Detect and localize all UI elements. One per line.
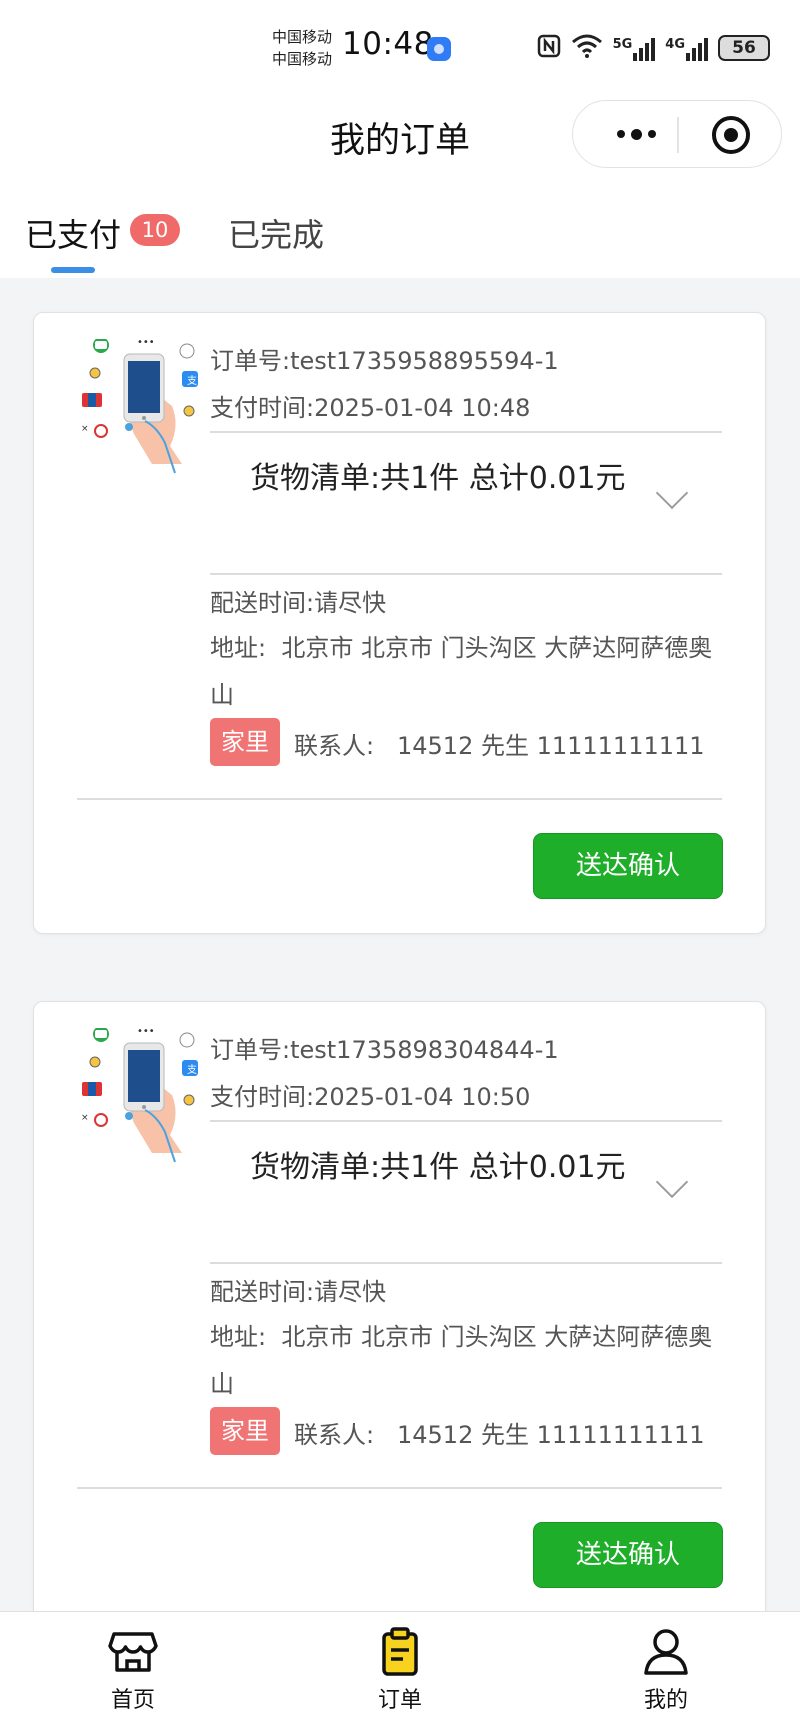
status-bar: 中国移动 中国移动 10:48 5G 4G 56	[0, 0, 800, 98]
address-label: 地址:	[210, 634, 267, 662]
bottom-tab-order[interactable]: 订单	[320, 1612, 480, 1722]
clock: 10:48	[342, 26, 434, 62]
bottom-tab-home-label: 首页	[110, 1688, 155, 1713]
svg-text:支: 支	[187, 375, 197, 387]
address-value: 北京市 北京市 门头沟区 大萨达阿萨德奥山	[210, 1323, 713, 1398]
order-number-label: 订单号:	[210, 347, 291, 375]
order-number: 订单号:test1735898304844-1	[210, 1030, 559, 1065]
order-tabs: 已支付 10 已完成	[0, 180, 800, 278]
signal-4g-icon: 4G	[665, 36, 708, 61]
card-divider	[77, 798, 722, 800]
svg-text:×: ×	[81, 424, 89, 434]
payment-time-value: 2025-01-04 10:50	[314, 1083, 531, 1111]
goods-summary[interactable]: 货物清单:共1件 总计0.01元	[250, 1144, 650, 1192]
order-number-label: 订单号:	[210, 1036, 291, 1064]
bottom-tab-order-label: 订单	[377, 1688, 422, 1713]
delivery-time: 配送时间:请尽快	[210, 583, 386, 618]
order-number-value: test1735958895594-1	[290, 347, 559, 375]
carrier-label-1: 中国移动	[272, 28, 333, 46]
address-value: 北京市 北京市 门头沟区 大萨达阿萨德奥山	[210, 634, 713, 709]
capsule-divider	[677, 117, 679, 153]
confirm-delivery-button[interactable]: 送达确认	[533, 1522, 723, 1588]
signal-5g-icon: 5G	[613, 36, 656, 61]
payment-time-label: 支付时间:	[210, 394, 315, 422]
delivery-time-value: 请尽快	[314, 1278, 387, 1306]
navigation-bar: 我的订单	[0, 98, 800, 180]
payment-time-value: 2025-01-04 10:48	[314, 394, 531, 422]
contact-info: 联系人: 14512 先生 11111111111	[294, 1415, 705, 1450]
active-tab-indicator	[51, 267, 95, 273]
contact-info: 联系人: 14512 先生 11111111111	[294, 726, 705, 761]
wifi-icon	[571, 34, 603, 62]
contact-value: 14512 先生 11111111111	[396, 732, 705, 760]
payment-time: 支付时间:2025-01-04 10:50	[210, 1077, 530, 1112]
battery-level: 56	[732, 38, 756, 58]
mobile-payment-illustration: 支 × •••	[77, 337, 227, 479]
contact-value: 14512 先生 11111111111	[396, 1421, 705, 1449]
chevron-down-icon[interactable]	[655, 1165, 689, 1199]
divider	[210, 1262, 722, 1264]
goods-summary[interactable]: 货物清单:共1件 总计0.01元	[250, 455, 650, 503]
bottom-tab-home[interactable]: 首页	[53, 1612, 213, 1722]
payment-time: 支付时间:2025-01-04 10:48	[210, 388, 530, 423]
paid-count-badge: 10	[130, 214, 180, 246]
divider	[210, 573, 722, 575]
order-card: 支 × ••• 订单号:test1735898304844-1 支付时间:202…	[33, 1001, 766, 1621]
contact-label: 联系人:	[294, 732, 375, 760]
bottom-tab-mine-label: 我的	[643, 1688, 688, 1713]
app-notification-icon	[427, 37, 451, 61]
delivery-time-value: 请尽快	[314, 589, 387, 617]
delivery-time-label: 配送时间:	[210, 589, 315, 617]
delivery-time: 配送时间:请尽快	[210, 1272, 386, 1307]
divider	[210, 1120, 722, 1122]
bottom-tab-bar: 首页 订单 我的	[0, 1611, 800, 1722]
close-mini-program-icon[interactable]	[712, 116, 750, 154]
divider	[210, 431, 722, 433]
order-number: 订单号:test1735958895594-1	[210, 341, 559, 376]
address-label: 地址:	[210, 1323, 267, 1351]
more-menu-icon[interactable]	[601, 123, 671, 145]
order-clipboard-icon	[375, 1626, 425, 1676]
user-icon	[641, 1626, 691, 1676]
bottom-tab-mine[interactable]: 我的	[586, 1612, 746, 1722]
order-card: 支 × ••• 订单号:test1735958895594-1 支付时间:202…	[33, 312, 766, 934]
net-4g-label: 4G	[665, 36, 685, 52]
mobile-payment-illustration: 支 × •••	[77, 1026, 227, 1168]
mini-program-capsule	[572, 100, 782, 168]
address-tag-badge: 家里	[210, 1407, 280, 1455]
svg-text:支: 支	[187, 1064, 197, 1076]
nfc-icon	[537, 34, 561, 62]
delivery-address: 地址: 北京市 北京市 门头沟区 大萨达阿萨德奥山	[210, 625, 720, 719]
system-icons: 5G 4G 56	[537, 34, 770, 62]
carrier-label-2: 中国移动	[272, 50, 333, 68]
address-tag-badge: 家里	[210, 718, 280, 766]
tab-completed[interactable]: 已完成	[228, 210, 324, 256]
store-icon	[108, 1626, 158, 1676]
contact-label: 联系人:	[294, 1421, 375, 1449]
delivery-time-label: 配送时间:	[210, 1278, 315, 1306]
delivery-address: 地址: 北京市 北京市 门头沟区 大萨达阿萨德奥山	[210, 1314, 720, 1408]
svg-text:•••: •••	[137, 339, 155, 348]
payment-time-label: 支付时间:	[210, 1083, 315, 1111]
tab-paid[interactable]: 已支付	[25, 210, 121, 256]
carrier-info: 中国移动 中国移动	[272, 26, 332, 70]
order-number-value: test1735898304844-1	[290, 1036, 559, 1064]
svg-text:×: ×	[81, 1113, 89, 1123]
card-divider	[77, 1487, 722, 1489]
confirm-delivery-button[interactable]: 送达确认	[533, 833, 723, 899]
chevron-down-icon[interactable]	[655, 476, 689, 510]
svg-text:•••: •••	[137, 1028, 155, 1037]
battery-icon: 56	[718, 35, 770, 61]
net-5g-label: 5G	[612, 36, 633, 52]
